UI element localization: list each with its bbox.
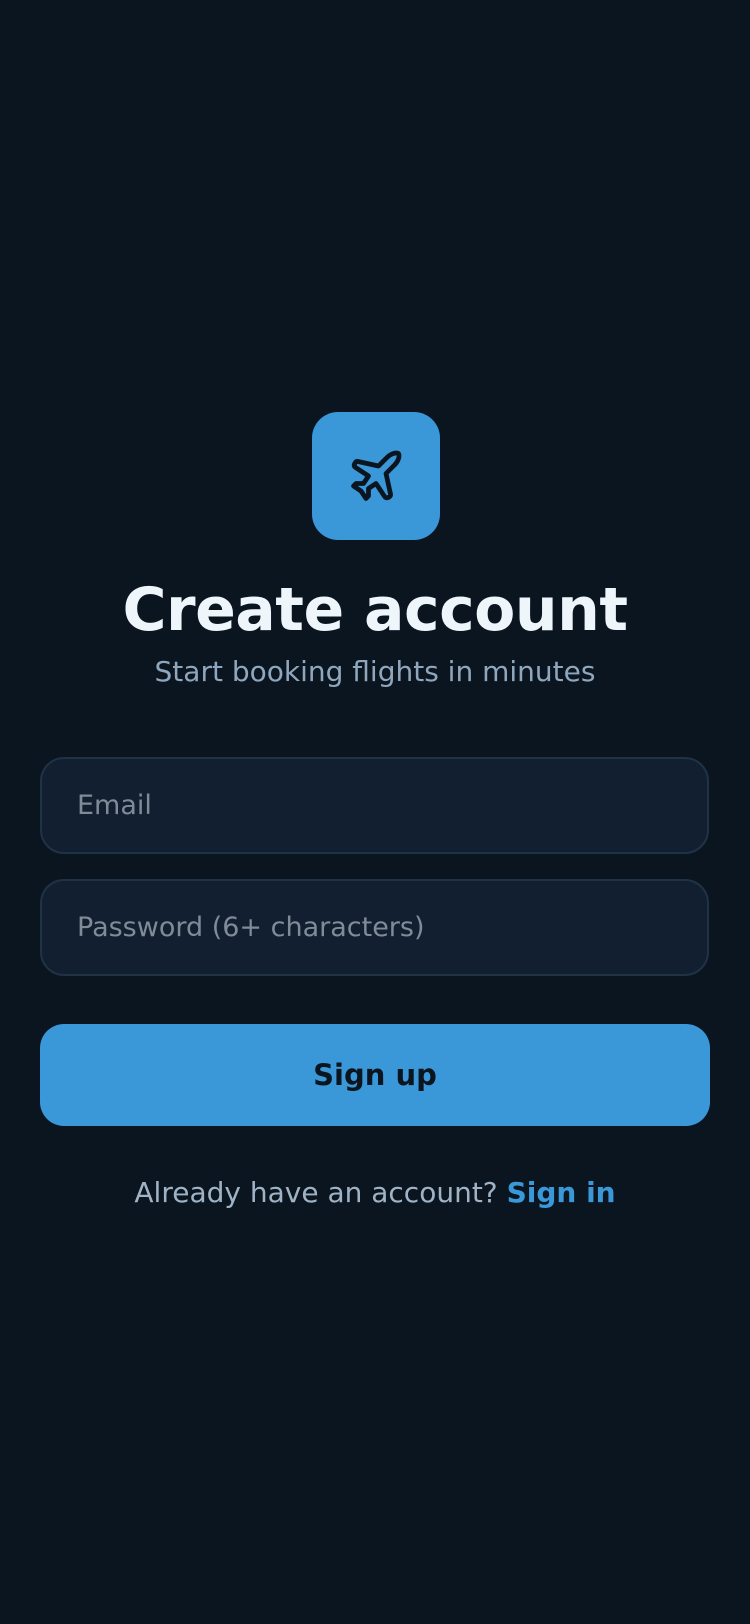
sign-in-prompt: Already have an account? Sign in <box>0 1174 750 1212</box>
password-field-container[interactable] <box>40 879 709 976</box>
page-title: Create account <box>122 575 628 645</box>
email-field-container[interactable] <box>40 757 709 854</box>
sign-up-button[interactable]: Sign up <box>40 1024 710 1126</box>
sign-in-link[interactable]: Sign in <box>507 1176 616 1209</box>
email-input[interactable] <box>75 789 707 822</box>
signup-screen: Create account Start booking flights in … <box>0 0 750 1624</box>
sign-in-prompt-text: Already have an account? <box>134 1176 498 1209</box>
airplane-icon <box>351 450 402 501</box>
password-input[interactable] <box>75 911 707 944</box>
app-logo <box>312 412 440 540</box>
page-subtitle: Start booking flights in minutes <box>154 655 596 688</box>
